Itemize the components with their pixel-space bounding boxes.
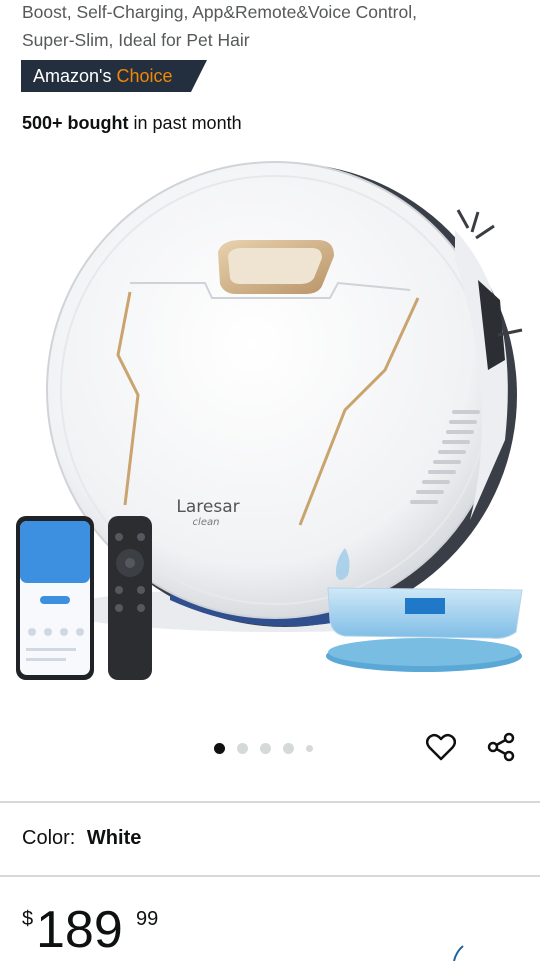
image-pagination[interactable] xyxy=(214,741,313,755)
color-label: Color: xyxy=(22,827,76,849)
pagination-dot[interactable] xyxy=(237,742,248,754)
pagination-dot[interactable] xyxy=(283,742,294,754)
divider xyxy=(0,875,540,877)
remote-control-illustration xyxy=(108,516,152,680)
heart-icon[interactable] xyxy=(424,730,458,764)
phone-app-illustration xyxy=(16,516,94,680)
product-title-line-2: Super-Slim, Ideal for Pet Hair xyxy=(22,30,250,50)
divider xyxy=(0,801,540,803)
price-symbol: $ xyxy=(22,908,34,930)
pagination-dot-active[interactable] xyxy=(214,742,225,754)
color-value: White xyxy=(86,827,142,849)
badge-choice: Choice xyxy=(116,66,173,86)
badge-label: Amazon's Choice xyxy=(33,66,173,87)
product-image[interactable]: Laresar clean xyxy=(0,150,540,710)
device-brand-sub: clean xyxy=(193,517,220,528)
robot-vacuum-illustration: Laresar clean xyxy=(16,161,523,680)
price-whole: 189 xyxy=(36,901,123,959)
amazons-choice-badge[interactable]: Amazon's Choice xyxy=(21,60,207,92)
bought-count: 500+ bought xyxy=(22,113,129,133)
share-icon[interactable] xyxy=(484,730,518,764)
bought-period: in past month xyxy=(133,113,242,133)
pagination-dot[interactable] xyxy=(260,742,271,754)
partial-icon xyxy=(453,945,464,961)
pagination-dot[interactable] xyxy=(306,744,313,752)
price-fraction: 99 xyxy=(136,908,159,930)
device-brand-text: Laresar xyxy=(176,497,239,517)
color-selector[interactable]: Color: White xyxy=(22,827,141,850)
product-title-line-1: Boost, Self-Charging, App&Remote&Voice C… xyxy=(22,2,417,22)
bought-in-past-month: 500+ bought in past month xyxy=(22,113,242,134)
badge-prefix: Amazon's xyxy=(33,66,112,86)
